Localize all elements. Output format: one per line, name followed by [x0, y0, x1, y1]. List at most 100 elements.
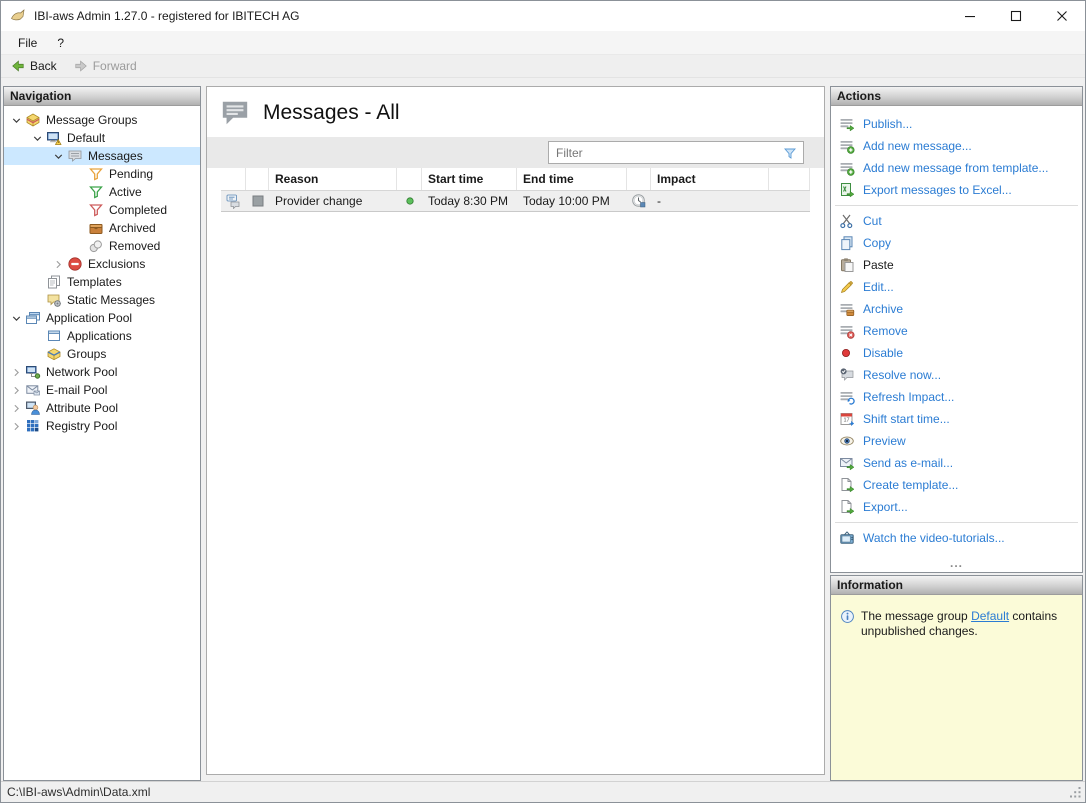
menu-help[interactable]: ? [47, 33, 74, 53]
title-bar[interactable]: IBI-aws Admin 1.27.0 - registered for IB… [1, 1, 1085, 31]
action-watch-the-video-tutorials[interactable]: Watch the video-tutorials... [831, 527, 1082, 549]
publish-icon [839, 116, 855, 132]
action-shift-start-time[interactable]: 17Shift start time... [831, 408, 1082, 430]
chevron-expanded-icon[interactable] [50, 148, 67, 164]
create-template-icon [839, 477, 855, 493]
forward-icon [73, 58, 89, 74]
forward-button[interactable]: Forward [69, 57, 141, 75]
action-export[interactable]: Export... [831, 496, 1082, 518]
information-header: Information [831, 576, 1082, 595]
chevron-collapsed-icon[interactable] [8, 364, 25, 380]
chevron-expanded-icon[interactable] [8, 112, 25, 128]
column-header-type_icon[interactable] [246, 168, 269, 190]
action-archive[interactable]: Archive [831, 298, 1082, 320]
filter-input[interactable] [549, 142, 777, 163]
tree-item-active[interactable]: Active [4, 183, 200, 201]
messages-panel-header: Messages - All [207, 87, 824, 137]
action-create-template[interactable]: Create template... [831, 474, 1082, 496]
action-resolve-now[interactable]: Resolve now... [831, 364, 1082, 386]
chevron-collapsed-icon[interactable] [8, 382, 25, 398]
action-cut[interactable]: Cut [831, 210, 1082, 232]
actions-panel: Actions Publish...Add new message...Add … [830, 86, 1083, 573]
filter-funnel-icon[interactable] [777, 145, 803, 161]
tree-item-completed[interactable]: Completed [4, 201, 200, 219]
chevron-collapsed-icon[interactable] [8, 418, 25, 434]
menu-file[interactable]: File [8, 33, 47, 53]
close-button[interactable] [1039, 1, 1085, 31]
message-groups-icon [25, 112, 41, 128]
action-refresh-impact[interactable]: Refresh Impact... [831, 386, 1082, 408]
action-disable[interactable]: Disable [831, 342, 1082, 364]
tree-item-message-groups[interactable]: Message Groups [4, 111, 200, 129]
paste-icon [839, 257, 855, 273]
action-add-new-message[interactable]: Add new message... [831, 135, 1082, 157]
chevron-spacer [29, 328, 46, 344]
messages-title-icon [220, 98, 250, 128]
action-paste[interactable]: Paste [831, 254, 1082, 276]
tree-item-e-mail-pool[interactable]: E-mail Pool [4, 381, 200, 399]
column-header-end_time[interactable]: End time [517, 168, 627, 190]
tree-item-exclusions[interactable]: Exclusions [4, 255, 200, 273]
tree-item-groups[interactable]: Groups [4, 345, 200, 363]
action-remove[interactable]: Remove [831, 320, 1082, 342]
column-header-reason[interactable]: Reason [269, 168, 397, 190]
action-label: Watch the video-tutorials... [863, 531, 1005, 545]
action-label: Shift start time... [863, 412, 950, 426]
tree-item-registry-pool[interactable]: Registry Pool [4, 417, 200, 435]
resize-grip-icon[interactable] [1068, 785, 1084, 801]
column-header-start_time[interactable]: Start time [422, 168, 517, 190]
tree-item-messages[interactable]: Messages [4, 147, 200, 165]
tree-item-attribute-pool[interactable]: Attribute Pool [4, 399, 200, 417]
tree-item-templates[interactable]: Templates [4, 273, 200, 291]
column-header-impact_icon[interactable] [627, 168, 651, 190]
actions-resize-handle[interactable]: ... [831, 560, 1082, 572]
action-label: Archive [863, 302, 903, 316]
attribute-pool-icon [25, 400, 41, 416]
network-pool-icon [25, 364, 41, 380]
tool-bar: Back Forward [1, 54, 1085, 78]
tree-item-network-pool[interactable]: Network Pool [4, 363, 200, 381]
tree-item-label: Removed [104, 239, 164, 253]
maximize-button[interactable] [993, 1, 1039, 31]
green-dot-icon [402, 193, 418, 209]
action-add-new-message-from-template[interactable]: Add new message from template... [831, 157, 1082, 179]
default-group-icon [46, 130, 62, 146]
tree-item-default[interactable]: Default [4, 129, 200, 147]
tree-item-application-pool[interactable]: Application Pool [4, 309, 200, 327]
chevron-spacer [29, 274, 46, 290]
action-send-as-e-mail[interactable]: Send as e-mail... [831, 452, 1082, 474]
table-row[interactable]: Provider changeToday 8:30 PMToday 10:00 … [221, 191, 810, 212]
cell-status_icon [397, 193, 422, 209]
tree-item-pending[interactable]: Pending [4, 165, 200, 183]
action-label: Disable [863, 346, 903, 360]
column-header-message_icon[interactable] [221, 168, 246, 190]
tree-item-label: Default [62, 131, 109, 145]
default-group-link[interactable]: Default [971, 609, 1009, 623]
tree-item-removed[interactable]: Removed [4, 237, 200, 255]
action-label: Cut [863, 214, 882, 228]
application-pool-icon [25, 310, 41, 326]
tree-item-label: Application Pool [41, 311, 136, 325]
chevron-collapsed-icon[interactable] [8, 400, 25, 416]
tree-item-archived[interactable]: Archived [4, 219, 200, 237]
column-header-impact[interactable]: Impact [651, 168, 769, 190]
tree-item-static-messages[interactable]: Static Messages [4, 291, 200, 309]
chevron-spacer [71, 202, 88, 218]
actions-list: Publish...Add new message...Add new mess… [831, 106, 1082, 560]
column-header-status_icon[interactable] [397, 168, 422, 190]
tree-item-label: Completed [104, 203, 171, 217]
completed-filter-icon [88, 202, 104, 218]
chevron-expanded-icon[interactable] [8, 310, 25, 326]
status-path: C:\IBI-aws\Admin\Data.xml [7, 785, 150, 799]
action-publish[interactable]: Publish... [831, 113, 1082, 135]
tree-item-applications[interactable]: Applications [4, 327, 200, 345]
chevron-expanded-icon[interactable] [29, 130, 46, 146]
back-button[interactable]: Back [6, 57, 61, 75]
templates-icon [46, 274, 62, 290]
action-copy[interactable]: Copy [831, 232, 1082, 254]
action-export-messages-to-excel[interactable]: Export messages to Excel... [831, 179, 1082, 201]
action-edit[interactable]: Edit... [831, 276, 1082, 298]
chevron-collapsed-icon[interactable] [50, 256, 67, 272]
minimize-button[interactable] [947, 1, 993, 31]
action-preview[interactable]: Preview [831, 430, 1082, 452]
